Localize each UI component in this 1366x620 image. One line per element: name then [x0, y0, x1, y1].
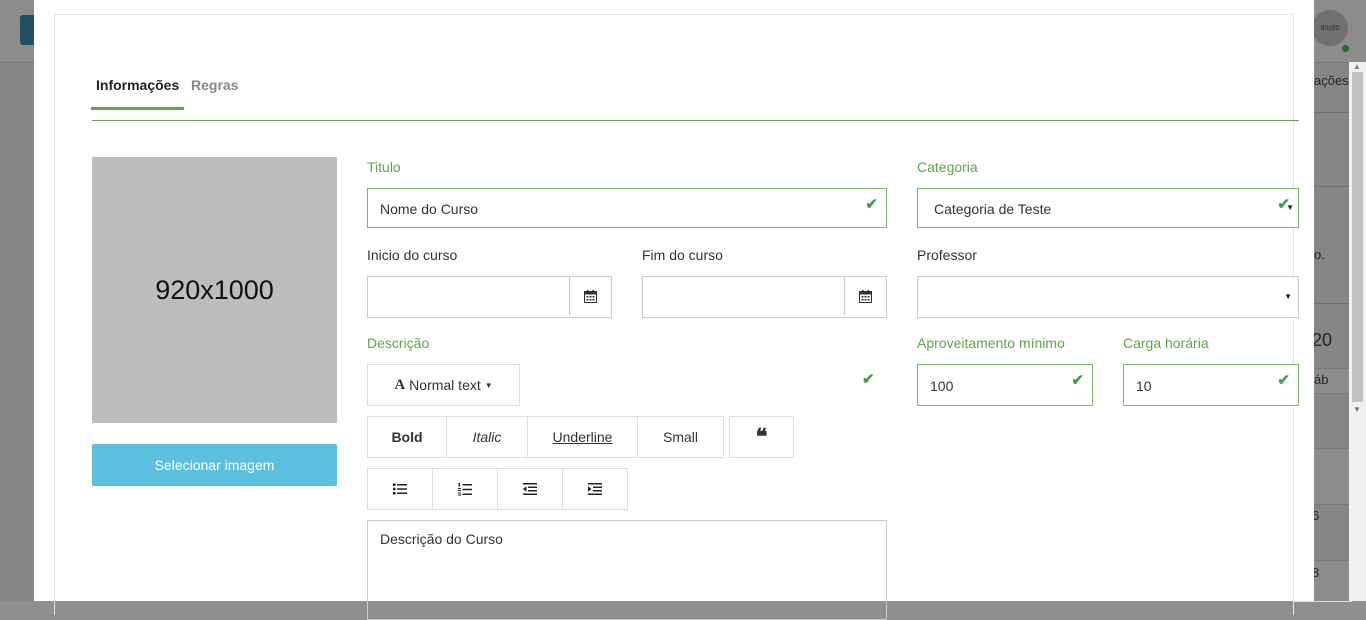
tab-informacoes[interactable]: Informações	[90, 77, 185, 110]
categoria-label: Categoria	[917, 159, 978, 175]
list-ol-icon	[458, 482, 472, 495]
blockquote-button[interactable]: ❝	[729, 416, 794, 458]
scrollbar-thumb[interactable]	[1352, 72, 1363, 402]
categoria-select[interactable]: Categoria de Teste ✔ ▼	[917, 188, 1299, 228]
underline-button[interactable]: Underline	[527, 416, 638, 458]
outdent-button[interactable]	[497, 468, 563, 510]
descricao-value: Descrição do Curso	[380, 531, 503, 547]
titulo-label: Titulo	[367, 159, 401, 175]
tab-regras[interactable]: Regras	[191, 77, 238, 93]
italic-button[interactable]: Italic	[446, 416, 528, 458]
check-icon: ✔	[865, 196, 878, 213]
course-modal: Informações Regras 920x1000 Selecionar i…	[34, 0, 1314, 620]
professor-select[interactable]: ▼	[917, 276, 1299, 318]
course-image-placeholder: 920x1000	[92, 157, 337, 423]
indent-icon	[588, 483, 602, 495]
bullet-list-button[interactable]	[367, 468, 433, 510]
aproveitamento-label: Aproveitamento mínimo	[917, 335, 1065, 351]
text-format-label: Normal text	[409, 377, 481, 393]
tab-bar: Informações Regras	[90, 63, 1299, 121]
titulo-value: Nome do Curso	[380, 201, 479, 217]
check-icon: ✔	[862, 371, 875, 388]
aproveitamento-value: 100	[930, 378, 954, 394]
font-icon: A	[394, 376, 406, 393]
select-image-button[interactable]: Selecionar imagem	[92, 444, 337, 486]
descricao-label: Descrição	[367, 335, 430, 351]
chevron-down-icon: ▼	[1286, 203, 1294, 212]
page-scrollbar[interactable]: ▲ ▼	[1349, 62, 1366, 601]
numbered-list-button[interactable]	[432, 468, 498, 510]
inicio-date-input[interactable]	[367, 276, 612, 318]
titulo-input[interactable]: Nome do Curso ✔	[367, 188, 887, 228]
scroll-down-arrow-icon[interactable]: ▼	[1353, 405, 1361, 414]
modal-panel: Informações Regras 920x1000 Selecionar i…	[54, 14, 1299, 620]
small-button[interactable]: Small	[637, 416, 724, 458]
quote-icon: ❝	[755, 424, 768, 449]
bold-button[interactable]: Bold	[367, 416, 447, 458]
image-placeholder-text: 920x1000	[155, 274, 274, 305]
fim-label: Fim do curso	[642, 247, 723, 263]
text-format-dropdown[interactable]: A Normal text ▼	[367, 364, 520, 406]
aproveitamento-input[interactable]: 100 ✔	[917, 364, 1093, 406]
list-ul-icon	[393, 483, 407, 495]
carga-input[interactable]: 10 ✔	[1123, 364, 1299, 406]
check-icon: ✔	[1277, 372, 1290, 389]
categoria-value: Categoria de Teste	[934, 201, 1052, 217]
calendar-icon[interactable]	[844, 277, 886, 315]
scroll-up-arrow-icon[interactable]: ▲	[1353, 62, 1361, 71]
carga-value: 10	[1136, 378, 1152, 394]
inicio-label: Inicio do curso	[367, 247, 458, 263]
outdent-icon	[523, 483, 537, 495]
check-icon: ✔	[1071, 372, 1084, 389]
calendar-icon[interactable]	[569, 277, 611, 315]
caret-down-icon: ▼	[484, 380, 493, 390]
carga-label: Carga horária	[1123, 335, 1209, 351]
fim-date-input[interactable]	[642, 276, 887, 318]
descricao-editor[interactable]: Descrição do Curso	[367, 520, 887, 620]
chevron-down-icon: ▼	[1284, 292, 1292, 301]
professor-label: Professor	[917, 247, 977, 263]
indent-button[interactable]	[562, 468, 628, 510]
